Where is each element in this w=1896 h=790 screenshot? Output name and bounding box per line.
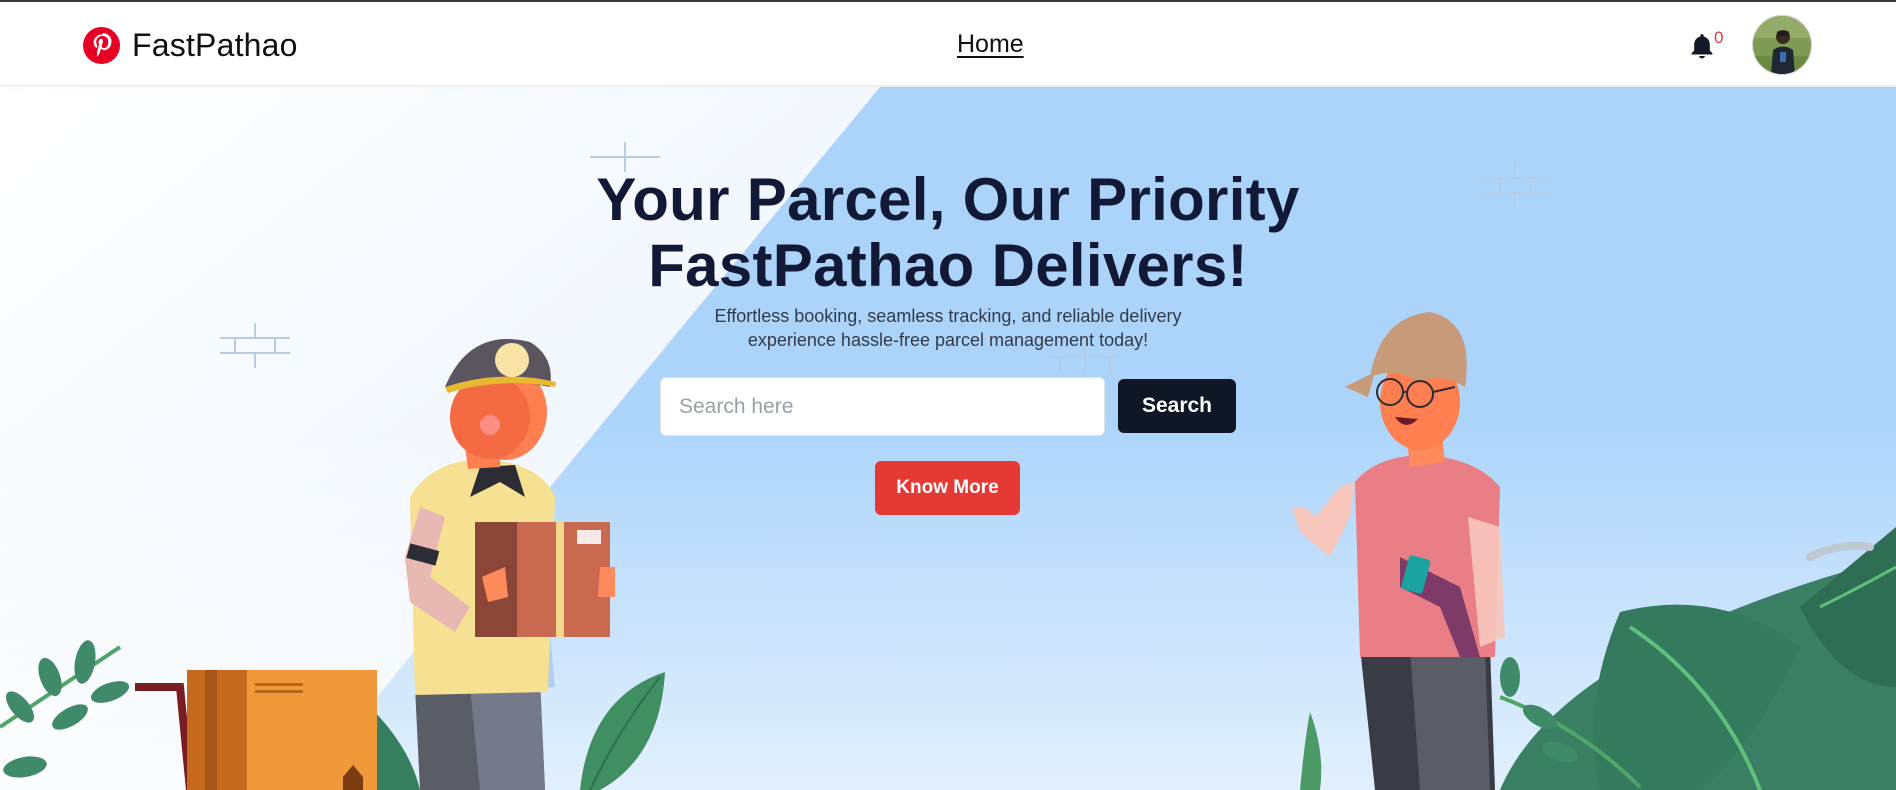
pinterest-logo-icon (83, 27, 120, 64)
brand-name: FastPathao (132, 27, 298, 63)
search-input[interactable] (660, 377, 1105, 436)
search-button[interactable]: Search (1118, 379, 1236, 433)
hero-subtext-line-2: experience hassle-free parcel management… (747, 330, 1149, 350)
nav-link-home[interactable]: Home (957, 30, 1024, 59)
know-more-button[interactable]: Know More (875, 461, 1020, 515)
hero-section: Your Parcel, Our Priority FastPathao Del… (0, 87, 1896, 790)
brand[interactable]: FastPathao (83, 27, 298, 64)
hero-subtext: Effortless booking, seamless tracking, a… (648, 304, 1248, 352)
hero-headline: Your Parcel, Our Priority FastPathao Del… (548, 167, 1348, 299)
hero-subtext-line-1: Effortless booking, seamless tracking, a… (714, 306, 1182, 326)
user-avatar[interactable] (1752, 15, 1812, 75)
bell-icon[interactable] (1689, 32, 1715, 60)
hero-headline-line-1: Your Parcel, Our Priority (596, 166, 1300, 233)
navbar: FastPathao Home 0 (0, 2, 1896, 86)
hero-headline-line-2: FastPathao Delivers! (648, 232, 1248, 299)
notification-count-badge: 0 (1714, 28, 1724, 47)
